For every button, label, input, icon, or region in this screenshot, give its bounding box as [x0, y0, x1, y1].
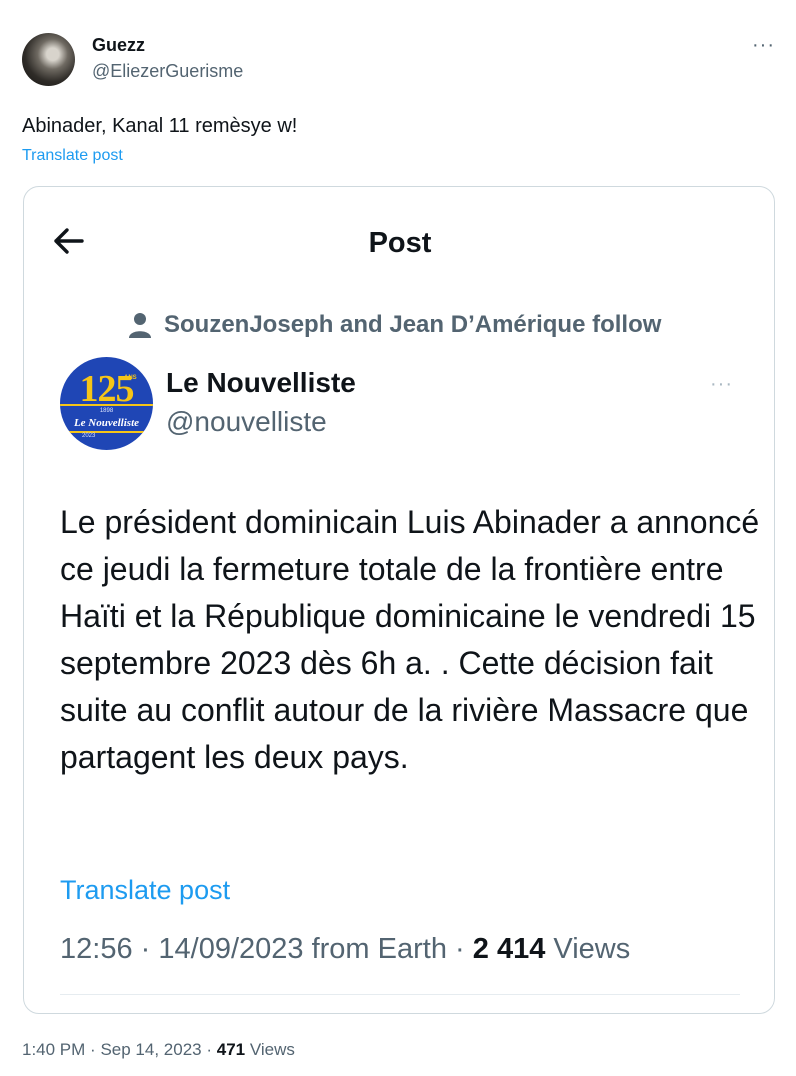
- tweet-views-count[interactable]: 471: [217, 1040, 245, 1059]
- logo-years-label: ANS: [124, 375, 137, 381]
- meta-separator: ·: [206, 1040, 213, 1059]
- embedded-author-name: Le Nouvelliste: [166, 367, 356, 398]
- meta-separator: ·: [455, 933, 465, 965]
- logo-stripe: [60, 404, 153, 406]
- person-icon: [129, 313, 151, 338]
- more-options-icon[interactable]: ···: [752, 34, 775, 57]
- author-name[interactable]: Guezz: [92, 35, 145, 56]
- embedded-post-screenshot: Post SouzenJoseph and Jean D’Amérique fo…: [23, 186, 775, 1014]
- embedded-translate-link: Translate post: [60, 875, 231, 905]
- embedded-more-icon: ···: [710, 373, 733, 395]
- translate-post-link[interactable]: Translate post: [22, 147, 123, 165]
- author-avatar[interactable]: [22, 33, 75, 86]
- logo-stripe: [60, 431, 153, 433]
- embedded-post-meta: 12:56 · 14/09/2023 from Earth · 2 414 Vi…: [60, 933, 630, 966]
- logo-brand: Le Nouvelliste: [73, 417, 140, 429]
- embedded-time: 12:56: [60, 933, 133, 965]
- meta-separator: ·: [140, 933, 151, 965]
- logo-year-start: 1898: [99, 408, 114, 414]
- le-nouvelliste-logo: 125 ANS 1898 Le Nouvelliste 2023: [60, 357, 153, 450]
- tweet-meta: 1:40 PM · Sep 14, 2023 · 471 Views: [22, 1040, 295, 1060]
- logo-year-end: 2023: [82, 433, 96, 439]
- embedded-date: 14/09/2023: [158, 933, 304, 965]
- embedded-divider: [60, 994, 740, 995]
- tweet-views-label[interactable]: Views: [250, 1040, 295, 1059]
- social-context: SouzenJoseph and Jean D’Amérique follow: [128, 311, 661, 339]
- embedded-author-handle: @nouvelliste: [166, 406, 327, 437]
- author-handle[interactable]: @EliezerGuerisme: [92, 61, 243, 82]
- embedded-views-label: Views: [553, 933, 631, 965]
- embedded-source: from Earth: [311, 933, 447, 965]
- embedded-post-text: Le président dominicain Luis Abinader a …: [60, 504, 760, 775]
- tweet-date[interactable]: Sep 14, 2023: [100, 1040, 201, 1059]
- tweet-text: Abinader, Kanal 11 remèsye w!: [22, 115, 298, 137]
- meta-separator: ·: [90, 1040, 96, 1059]
- tweet-time[interactable]: 1:40 PM: [22, 1040, 85, 1059]
- embedded-views-count: 2 414: [472, 933, 546, 965]
- social-context-text: SouzenJoseph and Jean D’Amérique follow: [164, 311, 662, 338]
- embedded-header-title: Post: [368, 227, 432, 259]
